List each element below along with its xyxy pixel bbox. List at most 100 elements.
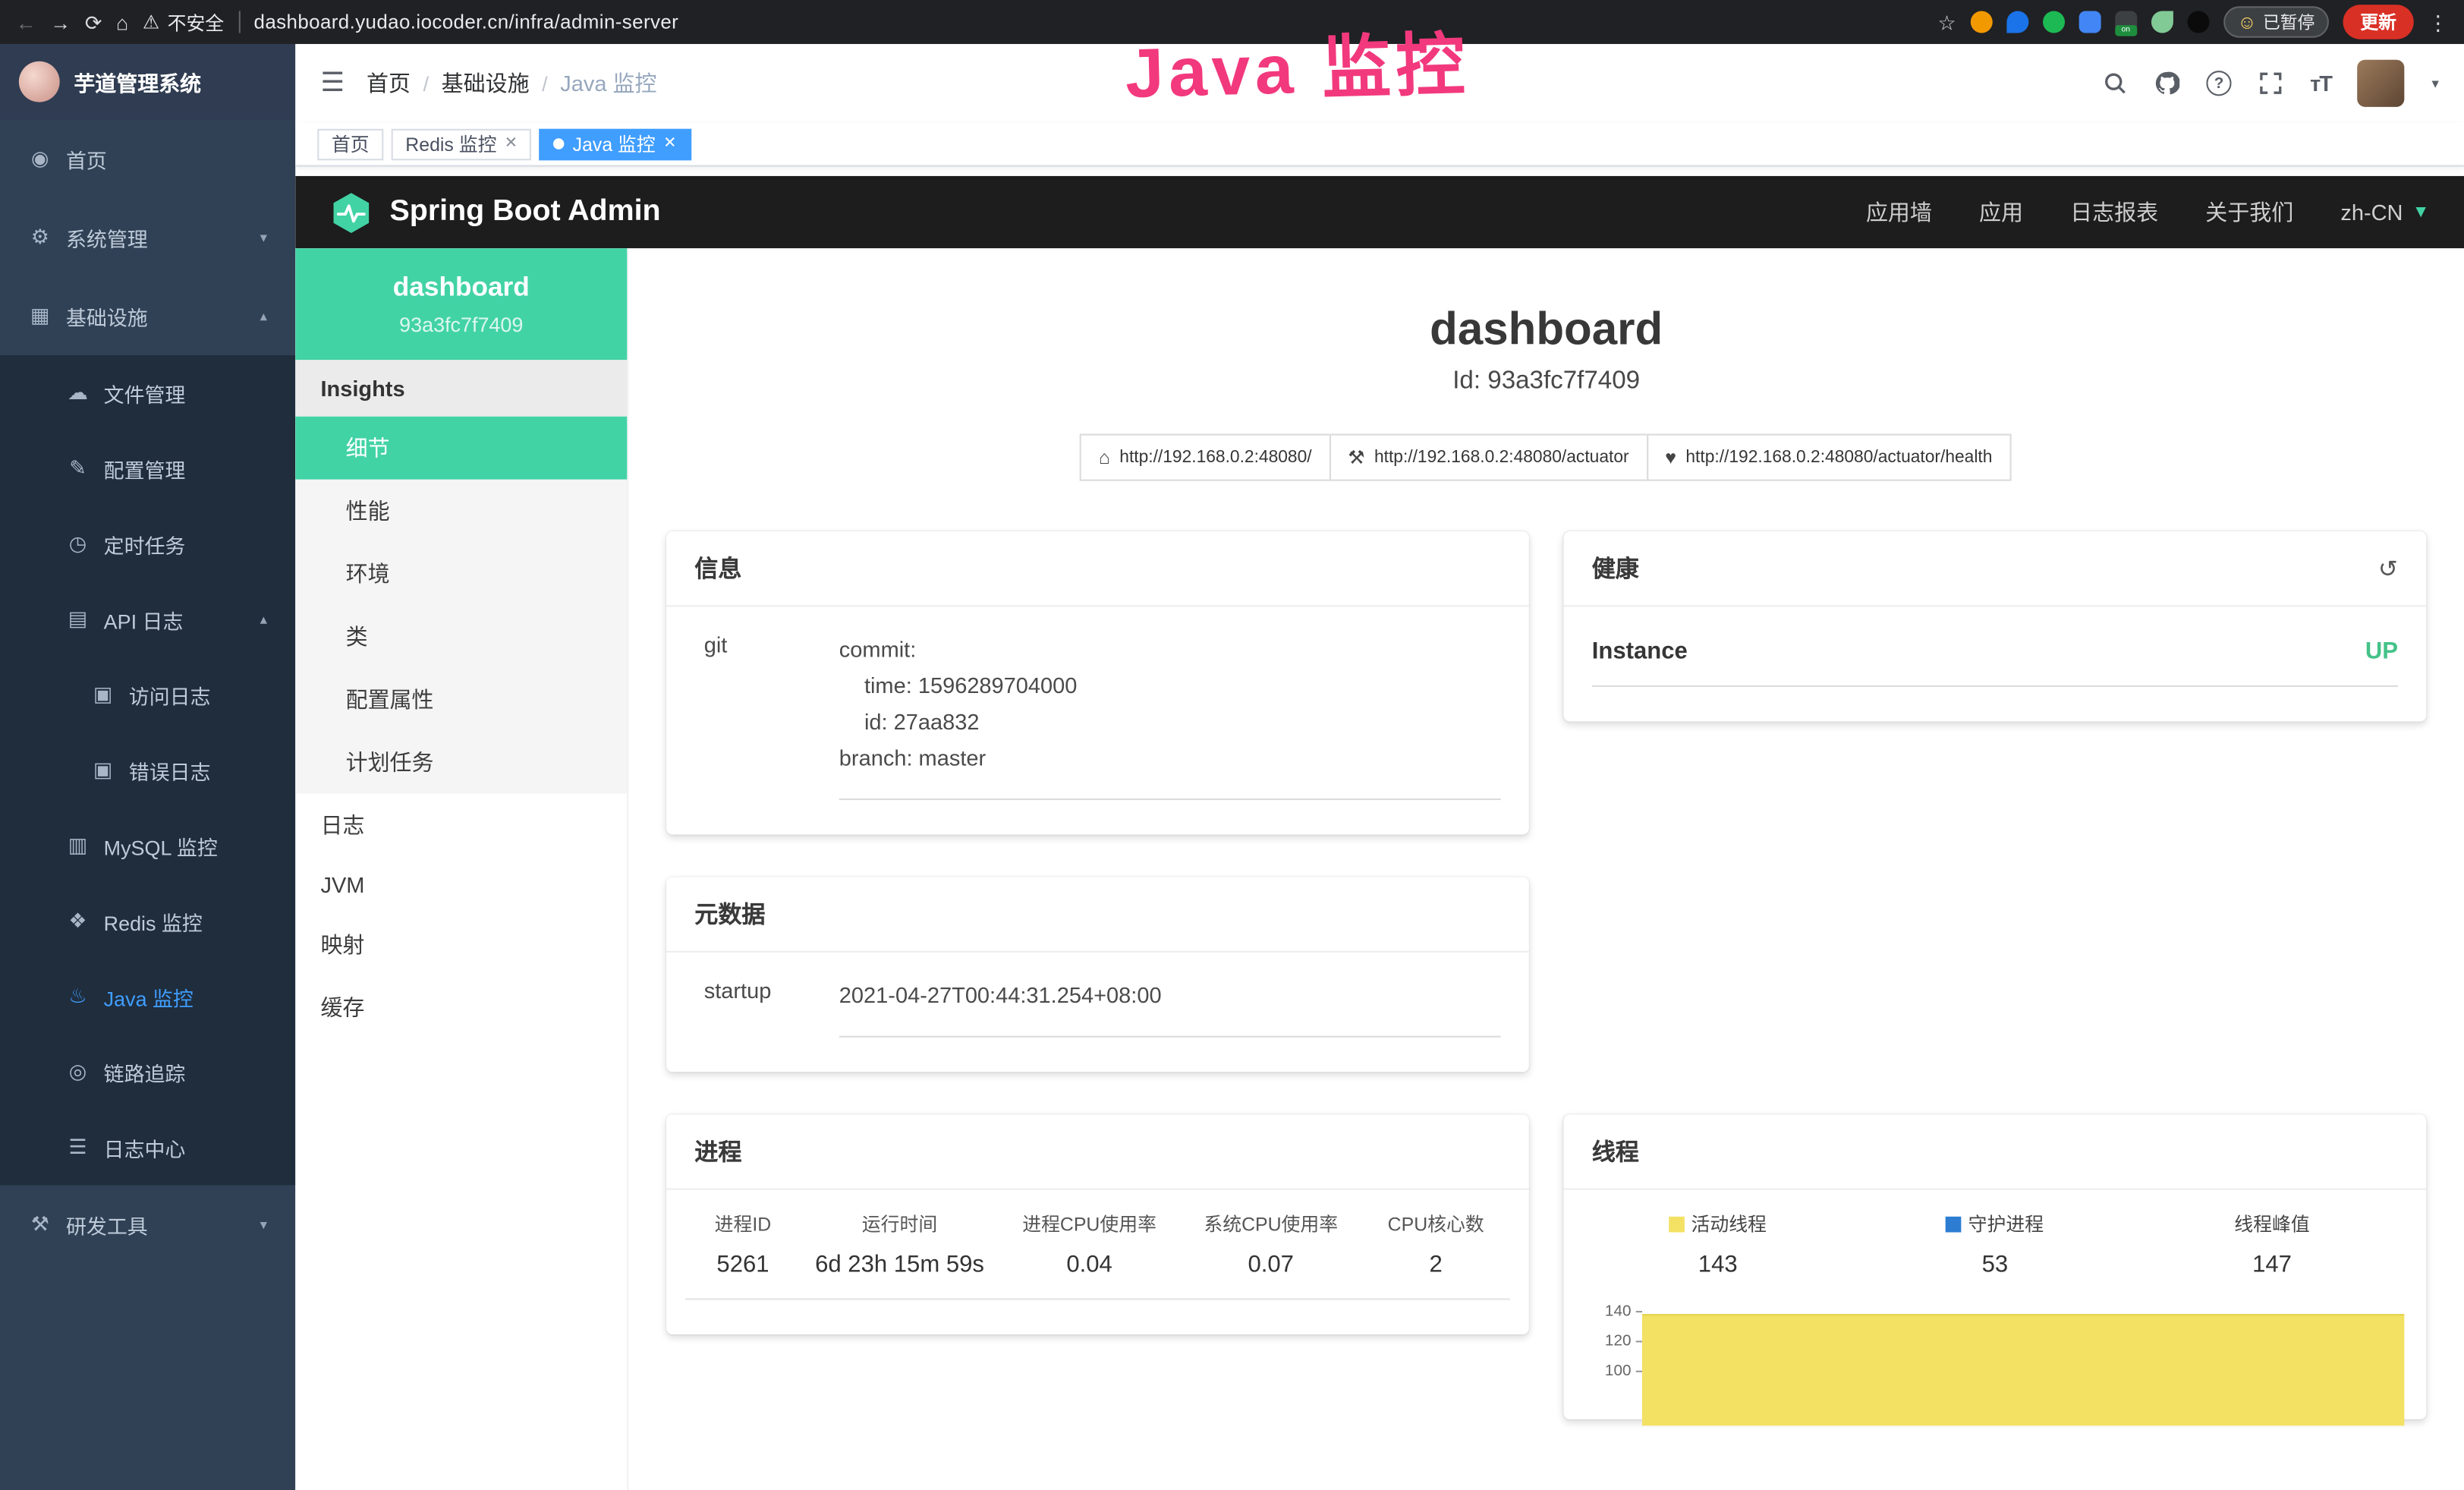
- info-value: commit: time: 1596289704000 id: 27aa832 …: [839, 632, 1501, 800]
- sidebar-item-access-log[interactable]: ▣ 访问日志: [0, 657, 295, 732]
- extension-icon-4[interactable]: [2079, 11, 2101, 33]
- tab-redis[interactable]: Redis 监控 ✕: [392, 128, 532, 159]
- cards-grid: 信息 git commit: time: 1596289704000 id: 2…: [666, 531, 2426, 1463]
- wrench-icon: ⚒: [1348, 446, 1364, 468]
- search-icon[interactable]: [2103, 71, 2128, 96]
- section-insights[interactable]: Insights: [295, 360, 627, 417]
- threads-card-title: 线程: [1563, 1115, 2426, 1190]
- github-icon[interactable]: [2154, 71, 2179, 96]
- page-title: dashboard: [666, 305, 2426, 357]
- sidebar-item-infra[interactable]: ▦ 基础设施 ▴: [0, 276, 295, 355]
- smiley-icon: ☺: [2237, 11, 2256, 33]
- update-button[interactable]: 更新: [2343, 5, 2414, 39]
- service-url-link[interactable]: ⌂ http://192.168.0.2:48080/: [1080, 434, 1330, 481]
- insights-item-configprops[interactable]: 配置属性: [295, 668, 627, 731]
- info-card: 信息 git commit: time: 1596289704000 id: 2…: [666, 531, 1529, 835]
- tab-home[interactable]: 首页: [317, 128, 383, 159]
- legend-square-live: [1669, 1217, 1685, 1233]
- view-item-mappings[interactable]: 映射: [295, 913, 627, 976]
- insights-item-details[interactable]: 细节: [295, 417, 627, 480]
- extension-icon-2[interactable]: [2006, 11, 2028, 33]
- instance-links: ⌂ http://192.168.0.2:48080/ ⚒ http://192…: [666, 434, 2426, 481]
- home-icon[interactable]: ⌂: [116, 12, 128, 33]
- status-badge: UP: [2365, 638, 2398, 665]
- extension-icon-5[interactable]: [2151, 11, 2173, 33]
- legend-live: 活动线程 143: [1579, 1211, 1856, 1278]
- extension-icon-1[interactable]: [1970, 11, 1992, 33]
- view-item-jvm[interactable]: JVM: [295, 857, 627, 914]
- sidebar-item-trace[interactable]: ◎ 链路追踪: [0, 1035, 295, 1110]
- sidebar-item-home[interactable]: ◉ 首页: [0, 119, 295, 198]
- sba-body: dashboard 93a3fc7f7409 Insights 细节 性能 环境…: [295, 248, 2464, 1490]
- list-icon: ☰: [66, 1135, 90, 1160]
- back-icon[interactable]: ←: [16, 12, 36, 33]
- browser-menu-icon[interactable]: ⋮: [2428, 12, 2448, 33]
- sidebar-item-api-log[interactable]: ▤ API 日志 ▴: [0, 581, 295, 657]
- tab-java[interactable]: Java 监控 ✕: [540, 128, 691, 159]
- fullscreen-icon[interactable]: [2258, 71, 2283, 96]
- user-avatar[interactable]: [2358, 60, 2405, 107]
- content-area: ☰ 首页 / 基础设施 / Java 监控 ? тT ▾: [295, 44, 2464, 1490]
- sba-nav-about[interactable]: 关于我们: [2205, 197, 2293, 228]
- sidebar-item-log-center[interactable]: ☰ 日志中心: [0, 1110, 295, 1185]
- extension-icon-6[interactable]: [2187, 11, 2209, 33]
- sidebar-item-mysql[interactable]: ▥ MySQL 监控: [0, 808, 295, 883]
- history-icon[interactable]: ↺: [2378, 554, 2398, 582]
- sba-nav-applications[interactable]: 应用: [1979, 197, 2023, 228]
- instance-name: dashboard: [308, 272, 615, 303]
- instance-main: dashboard Id: 93a3fc7f7409 ⌂ http://192.…: [628, 248, 2464, 1490]
- insights-item-classes[interactable]: 类: [295, 605, 627, 668]
- text-size-icon[interactable]: тT: [2310, 71, 2331, 96]
- sidebar-item-job[interactable]: ◷ 定时任务: [0, 506, 295, 581]
- sba-nav-journal[interactable]: 日志报表: [2070, 197, 2158, 228]
- view-item-caches[interactable]: 缓存: [295, 976, 627, 1039]
- extension-icon-switch[interactable]: on: [2115, 11, 2137, 33]
- reload-icon[interactable]: ⟳: [85, 12, 102, 33]
- sidebar-item-file[interactable]: ☁ 文件管理: [0, 355, 295, 430]
- sidebar-item-java[interactable]: ♨ Java 监控: [0, 959, 295, 1034]
- forward-icon[interactable]: →: [50, 12, 71, 33]
- metadata-card: 元数据 startup 2021-04-27T00:44:31.254+08:0…: [666, 877, 1529, 1073]
- actuator-url-link[interactable]: ⚒ http://192.168.0.2:48080/actuator: [1329, 434, 1647, 481]
- sidebar-item-config[interactable]: ✎ 配置管理: [0, 430, 295, 506]
- metadata-row: startup 2021-04-27T00:44:31.254+08:00: [666, 953, 1529, 1073]
- avatar-caret-icon[interactable]: ▾: [2431, 74, 2438, 92]
- address-url[interactable]: dashboard.yudao.iocoder.cn/infra/admin-s…: [254, 11, 679, 33]
- sidebar-item-system[interactable]: ⚙ 系统管理 ▾: [0, 198, 295, 277]
- security-warning[interactable]: ⚠ 不安全: [143, 8, 224, 35]
- sidebar-item-dev-tools[interactable]: ⚒ 研发工具 ▾: [0, 1185, 295, 1264]
- breadcrumb-home[interactable]: 首页: [367, 68, 411, 99]
- sidebar-item-redis[interactable]: ❖ Redis 监控: [0, 884, 295, 959]
- insights-item-metrics[interactable]: 性能: [295, 480, 627, 543]
- dashboard-icon: ◉: [28, 146, 52, 172]
- insights-item-env[interactable]: 环境: [295, 542, 627, 605]
- chevron-up-icon: ▴: [260, 307, 267, 325]
- breadcrumb-separator: /: [423, 71, 430, 95]
- sba-nav-wallboard[interactable]: 应用墙: [1866, 197, 1932, 228]
- page-subtitle: Id: 93a3fc7f7409: [666, 368, 2426, 396]
- metadata-card-title: 元数据: [666, 877, 1529, 953]
- breadcrumb-infra[interactable]: 基础设施: [442, 68, 530, 99]
- paused-badge[interactable]: ☺ 已暂停: [2223, 6, 2329, 37]
- sba-language-select[interactable]: zh-CN ▼: [2340, 200, 2429, 225]
- header-actions: ? тT ▾: [2103, 60, 2439, 107]
- close-icon[interactable]: ✕: [663, 135, 676, 153]
- help-icon[interactable]: ?: [2207, 71, 2232, 96]
- target-icon: ◎: [66, 1060, 90, 1085]
- process-values: 5261 6d 23h 15m 59s 0.04 0.07 2: [666, 1238, 1529, 1299]
- chart-plot-area: [1642, 1297, 2404, 1420]
- hamburger-icon[interactable]: ☰: [320, 68, 345, 99]
- view-item-logs[interactable]: 日志: [295, 794, 627, 857]
- divider: [238, 11, 240, 33]
- bookmark-star-icon[interactable]: ☆: [1937, 12, 1956, 33]
- process-headers: 进程ID 运行时间 进程CPU使用率 系统CPU使用率 CPU核心数: [666, 1191, 1529, 1238]
- insights-item-scheduled[interactable]: 计划任务: [295, 731, 627, 794]
- close-icon[interactable]: ✕: [505, 135, 518, 153]
- health-url-link[interactable]: ♥ http://192.168.0.2:48080/actuator/heal…: [1646, 434, 2011, 481]
- extension-icon-3[interactable]: [2042, 11, 2064, 33]
- breadcrumb-separator: /: [542, 71, 548, 95]
- sidebar-item-error-log[interactable]: ▣ 错误日志: [0, 732, 295, 808]
- info-key: git: [694, 632, 839, 835]
- chart-y-axis: 140 120 100: [1585, 1297, 1642, 1420]
- sba-brand: Spring Boot Admin: [390, 195, 661, 230]
